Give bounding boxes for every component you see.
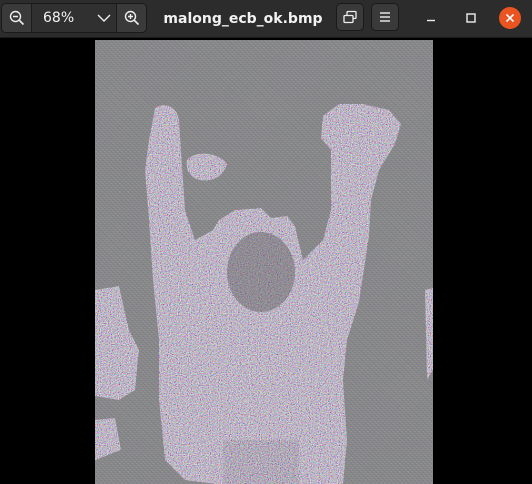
header-bar: 68% malong_ecb_ok.bmp — [0, 0, 532, 38]
zoom-out-button[interactable] — [2, 4, 31, 32]
close-button[interactable] — [499, 7, 521, 29]
image-viewer-window: 68% malong_ecb_ok.bmp — [0, 0, 532, 484]
displayed-image — [95, 40, 433, 484]
minimize-button[interactable] — [418, 5, 444, 31]
zoom-in-icon — [124, 10, 139, 26]
main-menu-button[interactable] — [371, 3, 399, 31]
image-content — [95, 104, 433, 484]
maximize-icon — [466, 13, 476, 23]
zoom-control-group: 68% — [1, 3, 147, 33]
window-title: malong_ecb_ok.bmp — [163, 11, 323, 27]
zoom-dropdown-button[interactable] — [92, 13, 116, 23]
chevron-down-icon — [97, 14, 111, 22]
maximize-button[interactable] — [458, 5, 484, 31]
zoom-in-button[interactable] — [117, 4, 146, 32]
gallery-button[interactable] — [336, 3, 364, 31]
minimize-icon — [427, 19, 435, 22]
hamburger-menu-icon — [380, 12, 390, 22]
zoom-out-icon — [9, 10, 24, 26]
close-icon — [505, 13, 515, 23]
zoom-level-selector[interactable]: 68% — [31, 4, 117, 32]
zoom-value: 68% — [43, 10, 75, 26]
gallery-icon — [343, 10, 357, 24]
image-canvas[interactable] — [0, 38, 532, 484]
